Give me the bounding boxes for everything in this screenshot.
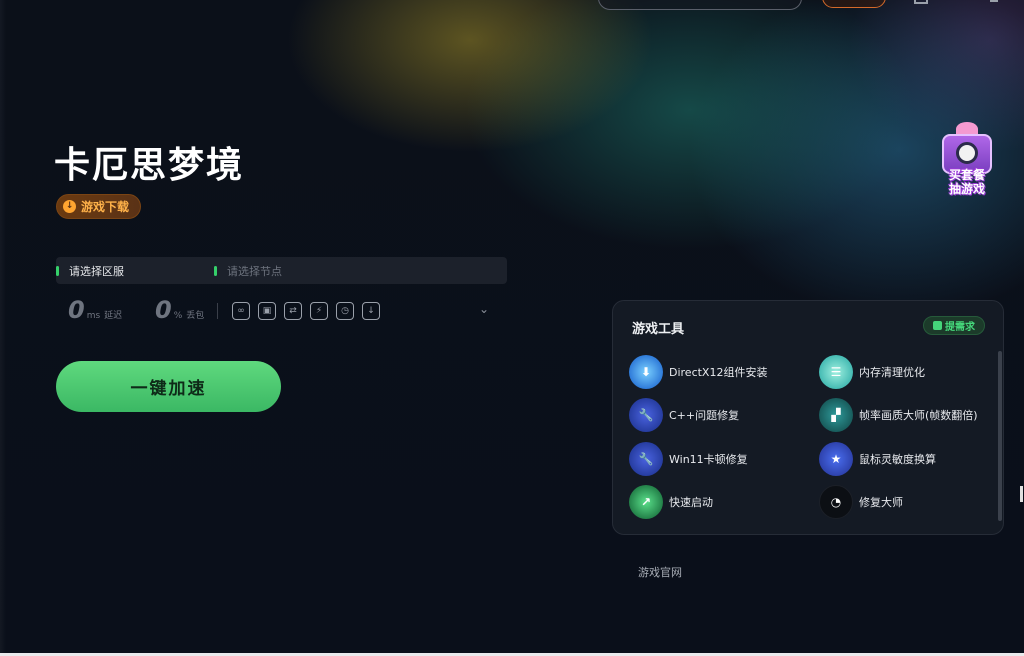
game-title: 卡厄思梦境 [54,145,245,186]
timer-icon[interactable]: ◷ [336,302,354,320]
lightning-icon[interactable]: ⚡ [310,302,328,320]
boost-button[interactable]: 一键加速 [56,361,281,412]
tool-frame-rate[interactable]: ▞ 帧率画质大师(帧数翻倍) [819,398,978,432]
mouse-icon: ★ [819,442,853,476]
promo-line1: 买套餐 [948,168,985,182]
wrench-icon: 🔧 [629,442,663,476]
search-input[interactable] [598,0,802,10]
request-button[interactable]: 提需求 [923,316,985,335]
game-tools-panel: 游戏工具 提需求 ⬇ DirectX12组件安装 ☰ 内存清理优化 🔧 C++问… [612,300,1004,535]
request-label: 提需求 [945,322,975,333]
tool-label: Win11卡顿修复 [669,453,748,466]
node-placeholder: 请选择节点 [227,264,282,278]
window-edge [0,0,6,656]
tool-label: 鼠标灵敏度换算 [859,453,936,466]
latency-value: 0 [68,296,85,324]
tool-label: DirectX12组件安装 [669,366,768,379]
tools-title: 游戏工具 [632,322,685,337]
promo-line2: 抽游戏 [948,182,985,196]
tool-memory-clean[interactable]: ☰ 内存清理优化 [819,355,925,389]
download-label: 游戏下载 [81,200,130,214]
promo-banner[interactable]: 买套餐 抽游戏 [934,122,1000,198]
tool-repair-master[interactable]: ◔ 修复大师 [819,485,903,519]
screen-icon[interactable]: ▣ [258,302,276,320]
chevron-down-icon[interactable]: ⌄ [476,302,492,318]
window-icon[interactable] [914,0,928,4]
tool-cpp-fix[interactable]: 🔧 C++问题修复 [629,398,739,432]
download-icon: ↓ [63,200,76,213]
promo-text: 买套餐 抽游戏 [934,168,1000,196]
vip-button[interactable] [822,0,886,8]
latency-unit: ms [86,311,101,321]
tool-win11-fix[interactable]: 🔧 Win11卡顿修复 [629,442,748,476]
tool-label: 快速启动 [669,496,713,509]
node-select[interactable]: 请选择节点 [214,263,282,279]
region-label: 请选择区服 [69,264,124,278]
memory-clean-icon: ☰ [819,355,853,389]
loss-value: 0 [155,296,172,324]
directx-icon: ⬇ [629,355,663,389]
link-icon[interactable]: ∞ [232,302,250,320]
region-marker [56,265,59,276]
latency-stat: 0 ms 延迟 [68,296,122,324]
minimize-icon[interactable] [990,0,998,2]
node-marker [214,265,217,276]
tool-mouse-sensitivity[interactable]: ★ 鼠标灵敏度换算 [819,442,936,476]
wrench-icon: 🔧 [629,398,663,432]
packet-loss-stat: 0 % 丢包 [155,296,204,324]
tool-label: 帧率画质大师(帧数翻倍) [859,409,978,422]
tool-quick-launch[interactable]: ↗ 快速启动 [629,485,713,519]
repair-master-icon: ◔ [819,485,853,519]
steam-icon [956,142,978,164]
loss-unit: % [173,311,183,321]
cursor-icon [1020,486,1023,502]
tool-label: 修复大师 [859,496,903,509]
region-select[interactable]: 请选择区服 [56,263,214,279]
tool-label: C++问题修复 [669,409,740,422]
download-icon[interactable]: ↓ [362,302,380,320]
launch-icon: ↗ [629,485,663,519]
request-icon [933,321,942,330]
tool-directx[interactable]: ⬇ DirectX12组件安装 [629,355,767,389]
loss-label: 丢包 [186,311,205,321]
game-download-button[interactable]: ↓ 游戏下载 [56,194,141,219]
switch-icon[interactable]: ⇄ [284,302,302,320]
tool-label: 内存清理优化 [859,366,925,379]
frame-rate-icon: ▞ [819,398,853,432]
latency-label: 延迟 [104,311,123,321]
quick-tools: ∞ ▣ ⇄ ⚡ ◷ ↓ [232,302,380,320]
official-site-link[interactable]: 游戏官网 [638,564,682,580]
tools-scrollbar[interactable] [998,351,1002,521]
stats-divider [217,303,218,319]
server-node-selector: 请选择区服 请选择节点 [56,257,507,284]
